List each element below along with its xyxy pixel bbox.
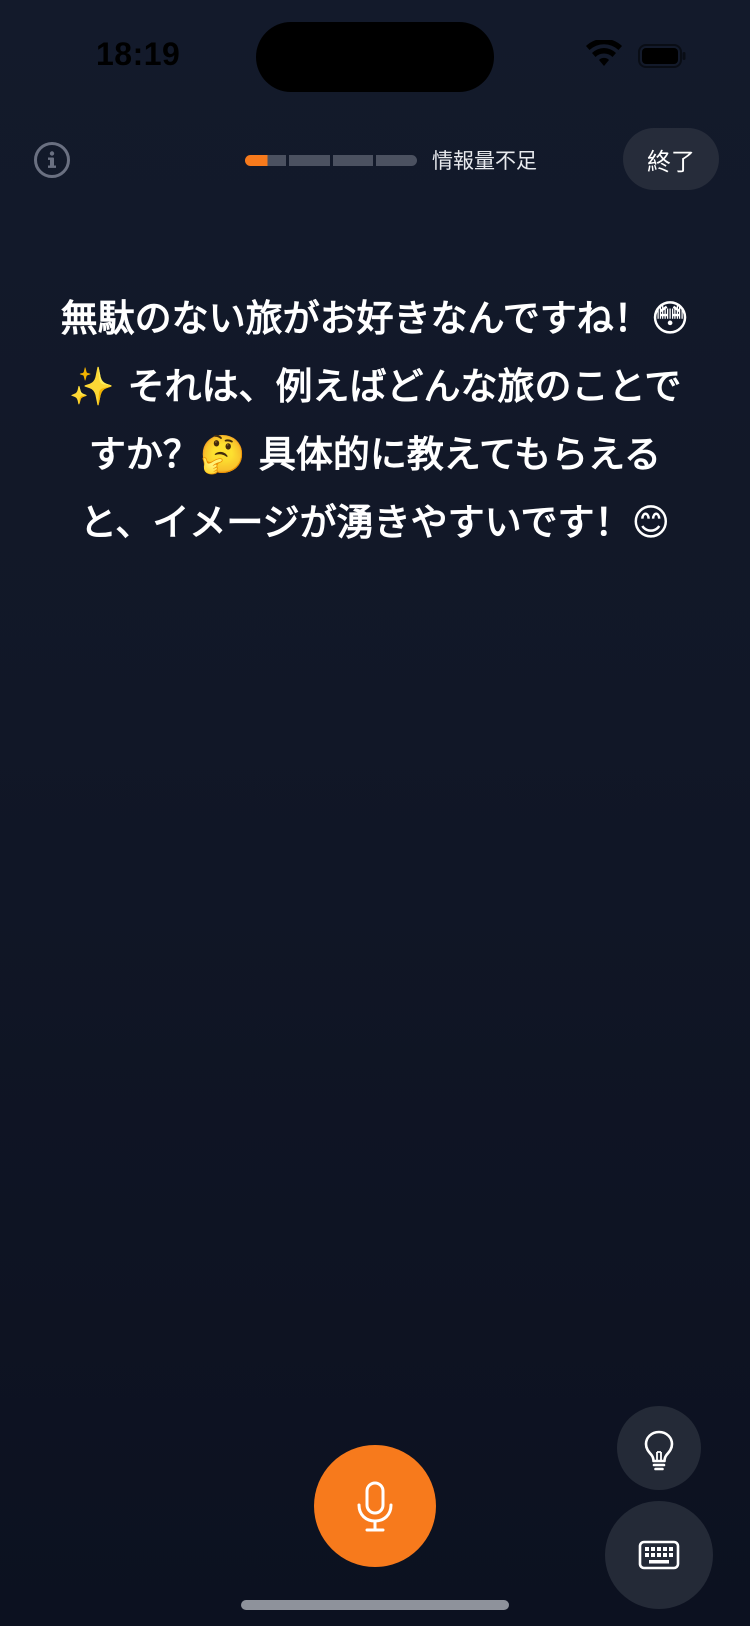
wifi-icon xyxy=(586,40,622,66)
dynamic-island xyxy=(256,22,494,92)
progress-segment xyxy=(332,155,374,166)
conversation-screen: 18:19 情報量不足 終了 無駄のない旅がお好きなんですね！😳✨ それは、例え… xyxy=(0,0,750,1626)
keyboard-icon xyxy=(638,1540,680,1570)
end-button[interactable]: 終了 xyxy=(623,128,719,190)
lightbulb-icon xyxy=(644,1430,674,1471)
microphone-button[interactable] xyxy=(314,1445,436,1567)
progress-segment xyxy=(376,155,417,166)
info-icon xyxy=(48,151,56,168)
progress-segment xyxy=(288,155,330,166)
hint-button[interactable] xyxy=(617,1406,701,1490)
home-indicator xyxy=(241,1600,509,1610)
microphone-icon xyxy=(357,1481,393,1532)
battery-icon xyxy=(638,44,686,68)
status-time: 18:19 xyxy=(96,36,181,72)
progress-segment xyxy=(245,155,286,166)
assistant-message: 無駄のない旅がお好きなんですね！😳✨ それは、例えばどんな旅のことですか？🤔 具… xyxy=(60,297,690,544)
keyboard-button[interactable] xyxy=(605,1501,713,1609)
info-button[interactable] xyxy=(34,142,70,178)
info-progress-bar xyxy=(245,155,417,166)
info-status-label: 情報量不足 xyxy=(432,149,537,173)
